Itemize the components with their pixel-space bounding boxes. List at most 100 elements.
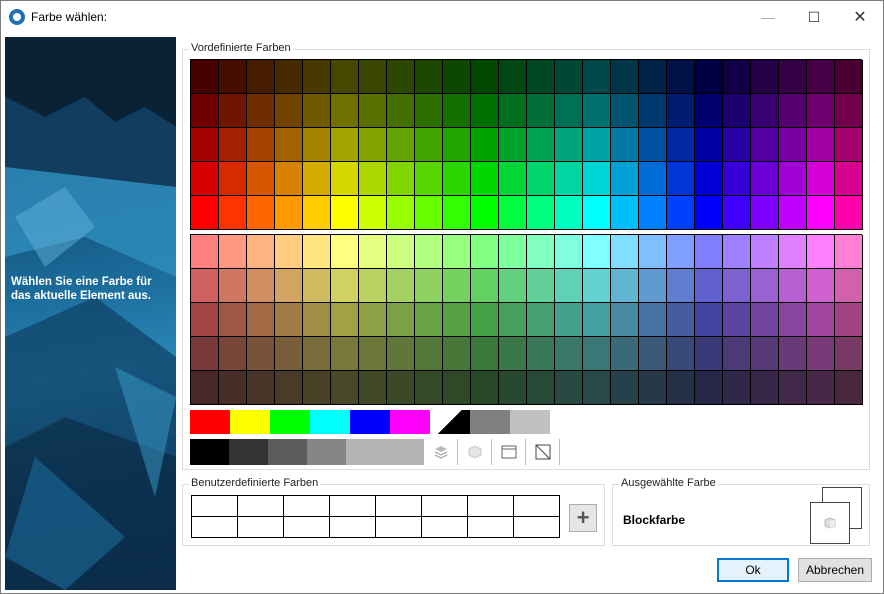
color-swatch[interactable] <box>191 128 219 162</box>
color-swatch[interactable] <box>807 337 835 371</box>
color-swatch[interactable] <box>639 162 667 196</box>
color-swatch[interactable] <box>583 162 611 196</box>
color-swatch[interactable] <box>247 94 275 128</box>
color-swatch[interactable] <box>555 94 583 128</box>
color-swatch[interactable] <box>527 128 555 162</box>
color-swatch[interactable] <box>443 60 471 94</box>
color-swatch[interactable] <box>359 162 387 196</box>
color-swatch[interactable] <box>331 303 359 337</box>
color-swatch[interactable] <box>611 337 639 371</box>
color-swatch[interactable] <box>751 269 779 303</box>
color-swatch[interactable] <box>583 196 611 230</box>
color-swatch[interactable] <box>415 371 443 405</box>
color-swatch[interactable] <box>219 235 247 269</box>
color-swatch[interactable] <box>415 303 443 337</box>
color-swatch[interactable] <box>807 128 835 162</box>
color-swatch[interactable] <box>695 60 723 94</box>
color-swatch[interactable] <box>470 410 510 434</box>
color-swatch[interactable] <box>751 303 779 337</box>
help-icon[interactable]: ? <box>83 586 98 590</box>
color-swatch[interactable] <box>471 337 499 371</box>
color-swatch[interactable] <box>191 196 219 230</box>
cancel-button[interactable]: Abbrechen <box>798 558 872 582</box>
color-swatch[interactable] <box>275 303 303 337</box>
color-swatch[interactable] <box>247 128 275 162</box>
color-swatch[interactable] <box>807 235 835 269</box>
color-swatch[interactable] <box>499 162 527 196</box>
color-swatch[interactable] <box>303 94 331 128</box>
color-swatch[interactable] <box>779 128 807 162</box>
color-swatch[interactable] <box>303 196 331 230</box>
custom-color-slot[interactable] <box>514 517 560 538</box>
color-swatch[interactable] <box>471 235 499 269</box>
color-swatch[interactable] <box>667 303 695 337</box>
color-swatch[interactable] <box>667 60 695 94</box>
color-swatch[interactable] <box>303 128 331 162</box>
color-swatch[interactable] <box>191 235 219 269</box>
color-swatch[interactable] <box>835 303 863 337</box>
color-swatch[interactable] <box>230 410 270 434</box>
color-swatch[interactable] <box>443 269 471 303</box>
color-swatch[interactable] <box>835 269 863 303</box>
color-swatch[interactable] <box>639 235 667 269</box>
color-swatch[interactable] <box>779 337 807 371</box>
gray-swatch[interactable] <box>346 439 385 465</box>
color-swatch[interactable] <box>219 196 247 230</box>
color-swatch[interactable] <box>695 371 723 405</box>
color-swatch[interactable] <box>611 269 639 303</box>
color-swatch[interactable] <box>695 269 723 303</box>
color-swatch[interactable] <box>779 235 807 269</box>
custom-color-slot[interactable] <box>468 517 514 538</box>
color-swatch[interactable] <box>247 303 275 337</box>
color-swatch[interactable] <box>527 269 555 303</box>
color-swatch[interactable] <box>583 371 611 405</box>
color-swatch[interactable] <box>667 196 695 230</box>
color-swatch[interactable] <box>639 269 667 303</box>
color-swatch[interactable] <box>415 235 443 269</box>
minimize-button[interactable]: — <box>745 1 791 33</box>
color-swatch[interactable] <box>270 410 310 434</box>
color-swatch[interactable] <box>471 60 499 94</box>
color-swatch[interactable] <box>359 128 387 162</box>
color-swatch[interactable] <box>611 303 639 337</box>
custom-color-slot[interactable] <box>284 496 330 517</box>
color-swatch[interactable] <box>751 235 779 269</box>
color-swatch[interactable] <box>723 371 751 405</box>
color-swatch[interactable] <box>359 269 387 303</box>
color-swatch[interactable] <box>303 303 331 337</box>
color-swatch[interactable] <box>807 303 835 337</box>
color-swatch[interactable] <box>275 269 303 303</box>
color-swatch[interactable] <box>639 128 667 162</box>
color-swatch[interactable] <box>247 337 275 371</box>
color-swatch[interactable] <box>359 196 387 230</box>
custom-color-slot[interactable] <box>514 496 560 517</box>
color-swatch[interactable] <box>667 269 695 303</box>
no-color-tool-button[interactable] <box>526 439 560 465</box>
color-swatch[interactable] <box>723 269 751 303</box>
color-swatch[interactable] <box>499 269 527 303</box>
color-swatch[interactable] <box>779 60 807 94</box>
color-swatch[interactable] <box>303 371 331 405</box>
color-swatch[interactable] <box>751 128 779 162</box>
color-swatch[interactable] <box>331 196 359 230</box>
color-swatch[interactable] <box>471 303 499 337</box>
color-swatch[interactable] <box>555 128 583 162</box>
color-swatch[interactable] <box>443 303 471 337</box>
color-swatch[interactable] <box>275 196 303 230</box>
color-swatch[interactable] <box>611 196 639 230</box>
color-swatch[interactable] <box>779 196 807 230</box>
gray-swatch[interactable] <box>190 439 229 465</box>
gray-swatch[interactable] <box>268 439 307 465</box>
color-swatch[interactable] <box>303 269 331 303</box>
color-swatch[interactable] <box>639 196 667 230</box>
color-swatch[interactable] <box>723 94 751 128</box>
color-swatch[interactable] <box>639 94 667 128</box>
color-swatch[interactable] <box>219 60 247 94</box>
color-swatch[interactable] <box>471 128 499 162</box>
custom-color-slot[interactable] <box>376 496 422 517</box>
color-swatch[interactable] <box>415 128 443 162</box>
color-swatch[interactable] <box>611 235 639 269</box>
color-swatch[interactable] <box>191 269 219 303</box>
color-swatch[interactable] <box>555 60 583 94</box>
color-swatch[interactable] <box>779 94 807 128</box>
